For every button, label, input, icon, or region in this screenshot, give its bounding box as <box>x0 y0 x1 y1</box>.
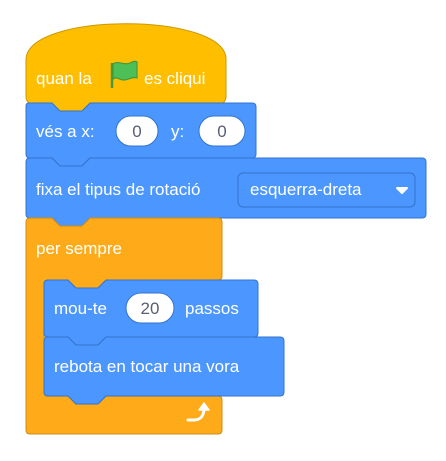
x-value: 0 <box>132 122 141 141</box>
block-script: quan la es cliqui vés a x: 0 y: 0 fixa e… <box>25 23 427 435</box>
hat-label-after: es cliqui <box>144 69 205 88</box>
bounce-label: rebota en tocar una vora <box>54 357 240 376</box>
go-to-xy-block[interactable]: vés a x: 0 y: 0 <box>25 102 257 167</box>
code-area: quan la es cliqui vés a x: 0 y: 0 fixa e… <box>0 0 446 461</box>
rotation-dropdown-value: esquerra-dreta <box>250 180 362 199</box>
hat-label-before: quan la <box>36 69 92 88</box>
bounce-on-edge-block[interactable]: rebota en tocar una vora <box>43 336 285 405</box>
move-label-before: mou-te <box>54 299 107 318</box>
steps-value: 20 <box>141 299 160 318</box>
rotation-label: fixa el tipus de rotació <box>36 180 200 199</box>
move-steps-block[interactable]: mou-te 20 passos <box>43 279 259 346</box>
steps-input[interactable]: 20 <box>125 292 175 324</box>
y-input[interactable]: 0 <box>198 115 246 147</box>
when-flag-clicked-block[interactable]: quan la es cliqui <box>25 23 227 113</box>
set-rotation-style-block[interactable]: fixa el tipus de rotació esquerra-dreta <box>25 157 427 227</box>
go-to-y-label: y: <box>171 122 184 141</box>
x-input[interactable]: 0 <box>115 115 159 147</box>
move-label-after: passos <box>185 299 239 318</box>
rotation-style-dropdown[interactable]: esquerra-dreta <box>237 172 416 208</box>
go-to-x-label: vés a x: <box>36 122 95 141</box>
y-value: 0 <box>217 122 226 141</box>
forever-label: per sempre <box>36 239 122 258</box>
